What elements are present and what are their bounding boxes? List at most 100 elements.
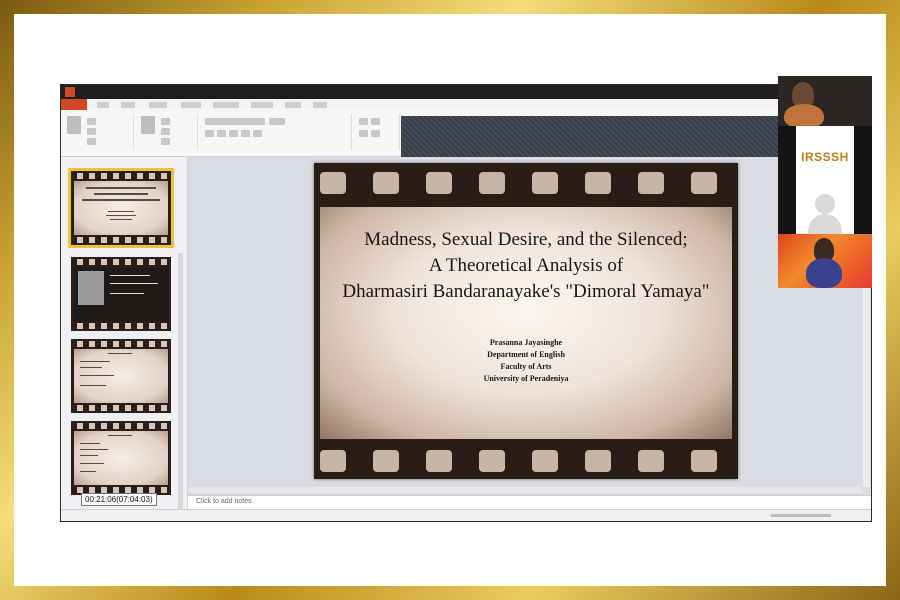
thumbnail-scrollbar[interactable]	[178, 253, 183, 513]
film-holes	[71, 173, 171, 179]
film-hole	[479, 450, 505, 472]
strikethrough-icon[interactable]	[253, 130, 262, 137]
notes-pane[interactable]: Click to add notes	[188, 495, 871, 510]
numbering-icon[interactable]	[371, 118, 380, 125]
thumb-text-line	[110, 275, 150, 276]
thumb-text-line	[80, 375, 114, 376]
film-holes	[71, 423, 171, 429]
film-hole	[479, 172, 505, 194]
slide-title-line: A Theoretical Analysis of	[428, 255, 624, 276]
slide-title-line: Dharmasiri Bandaranayake's "Dimoral Yama…	[342, 281, 710, 302]
thumb-text-line	[80, 463, 104, 464]
participant-panel: IRSSSH	[778, 76, 872, 288]
ribbon-tab[interactable]	[149, 102, 167, 108]
screen-share-overlay	[401, 116, 783, 162]
font-size-select[interactable]	[269, 118, 285, 125]
film-holes	[71, 259, 171, 265]
file-tab[interactable]	[61, 99, 87, 110]
thumbnail-content	[74, 267, 168, 321]
thumb-image	[78, 271, 104, 305]
italic-icon[interactable]	[217, 130, 226, 137]
user-avatar-icon	[815, 194, 835, 214]
new-slide-icon[interactable]	[141, 116, 155, 134]
film-hole	[320, 450, 346, 472]
slide-body: Madness, Sexual Desire, and the Silenced…	[320, 207, 732, 439]
paste-icon[interactable]	[67, 116, 81, 134]
thumb-text-line	[94, 193, 148, 195]
ribbon-tab[interactable]	[251, 102, 273, 108]
participant-video-tile[interactable]	[778, 76, 872, 126]
status-bar	[61, 509, 871, 521]
thumb-text-line	[106, 215, 136, 216]
film-hole	[691, 450, 717, 472]
participant-video-tile[interactable]	[778, 234, 872, 288]
participant-video	[806, 258, 842, 288]
slide-thumbnail[interactable]	[71, 257, 171, 331]
film-hole	[373, 450, 399, 472]
slides-group	[137, 114, 198, 150]
ribbon	[61, 110, 871, 162]
thumbnail-content	[74, 349, 168, 403]
film-holes	[71, 323, 171, 329]
format-painter-icon[interactable]	[87, 138, 96, 145]
film-hole	[532, 450, 558, 472]
ribbon-tab[interactable]	[213, 102, 239, 108]
user-avatar-icon	[808, 214, 842, 234]
section-icon[interactable]	[161, 138, 170, 145]
thumbnail-content	[74, 431, 168, 485]
bold-icon[interactable]	[205, 130, 214, 137]
current-slide[interactable]: Madness, Sexual Desire, and the Silenced…	[314, 163, 738, 479]
film-hole	[532, 172, 558, 194]
powerpoint-logo-icon[interactable]	[65, 87, 75, 97]
slide-thumbnail[interactable]	[71, 339, 171, 413]
thumb-text-line	[80, 455, 98, 456]
film-hole	[320, 172, 346, 194]
thumb-text-line	[82, 199, 160, 201]
film-hole	[691, 172, 717, 194]
film-holes	[71, 237, 171, 243]
slide-subtitle[interactable]: Prasanna Jayasinghe Department of Englis…	[320, 337, 732, 385]
thumb-text-line	[80, 367, 102, 368]
slide-title-line: Madness, Sexual Desire, and the Silenced…	[364, 229, 688, 250]
thumb-text-line	[80, 471, 96, 472]
editor-horizontal-scrollbar[interactable]	[188, 487, 862, 493]
thumb-text-line	[80, 361, 110, 362]
bullets-icon[interactable]	[359, 118, 368, 125]
reset-icon[interactable]	[161, 128, 170, 135]
thumb-text-line	[108, 211, 134, 212]
ribbon-tab[interactable]	[285, 102, 301, 108]
irsssh-logo: IRSSSH	[801, 150, 849, 164]
slide-title[interactable]: Madness, Sexual Desire, and the Silenced…	[320, 227, 732, 305]
font-name-select[interactable]	[205, 118, 265, 125]
thumb-text-line	[108, 435, 132, 436]
film-strip-top	[314, 163, 738, 201]
film-hole	[426, 450, 452, 472]
ribbon-tab[interactable]	[121, 102, 135, 108]
film-hole	[426, 172, 452, 194]
slide-thumbnail[interactable]	[68, 168, 174, 248]
film-holes	[71, 341, 171, 347]
cut-icon[interactable]	[87, 118, 96, 125]
copy-icon[interactable]	[87, 128, 96, 135]
film-hole	[638, 172, 664, 194]
underline-icon[interactable]	[229, 130, 238, 137]
film-hole	[585, 172, 611, 194]
slide-thumbnail[interactable]	[71, 421, 171, 495]
ribbon-tab[interactable]	[181, 102, 201, 108]
layout-icon[interactable]	[161, 118, 170, 125]
paragraph-group	[355, 114, 400, 150]
align-center-icon[interactable]	[371, 130, 380, 137]
participant-card: IRSSSH	[796, 126, 854, 234]
notes-placeholder: Click to add notes	[196, 498, 252, 505]
thumbnail-content	[74, 181, 168, 235]
participant-tile[interactable]: IRSSSH	[778, 126, 872, 234]
department: Department of English	[487, 350, 565, 359]
recording-timestamp: 00:21:06(07:04:03)	[81, 493, 157, 506]
title-bar	[61, 85, 871, 99]
thumb-text-line	[108, 353, 132, 354]
shadow-icon[interactable]	[241, 130, 250, 137]
ribbon-tab[interactable]	[313, 102, 327, 108]
zoom-slider[interactable]	[771, 514, 831, 517]
ribbon-tab[interactable]	[97, 102, 109, 108]
align-left-icon[interactable]	[359, 130, 368, 137]
